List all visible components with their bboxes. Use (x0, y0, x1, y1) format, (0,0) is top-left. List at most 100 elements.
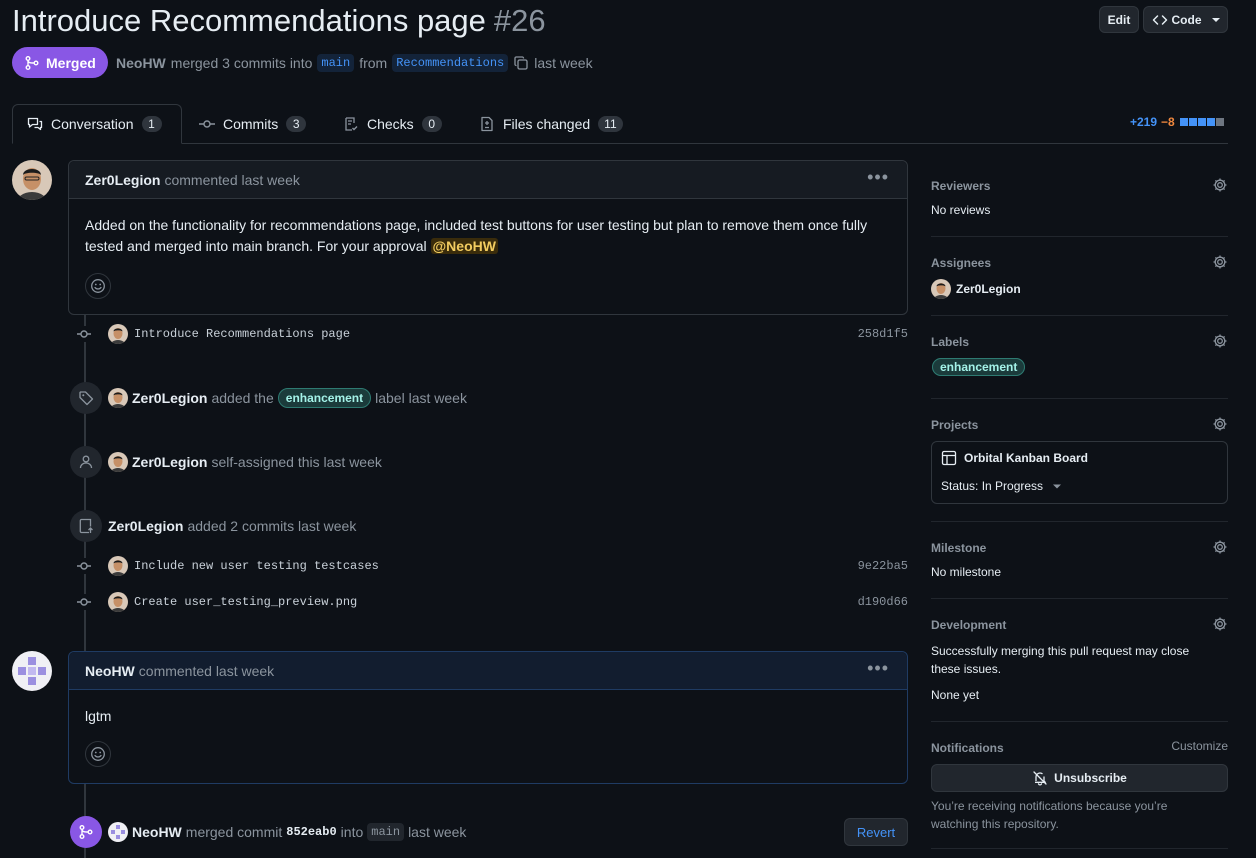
commit-message-link[interactable]: Include new user testing testcases (134, 559, 379, 573)
tab-count: 11 (598, 116, 623, 132)
commits-added-event: Zer0Legion added 2 commits last week (70, 510, 356, 542)
revert-button[interactable]: Revert (844, 818, 908, 846)
kebab-menu-icon[interactable]: ••• (867, 167, 889, 188)
sidebar-notifications-header: Notifications Customize (931, 739, 1228, 757)
assign-event: Zer0Legion self-assigned this last week (70, 446, 382, 478)
base-branch[interactable]: main (367, 823, 405, 841)
avatar (931, 279, 951, 299)
repo-push-icon (70, 510, 102, 542)
reviewers-value: No reviews (931, 203, 991, 217)
tab-checks[interactable]: Checks 0 (329, 104, 456, 144)
event-actor[interactable]: NeoHW (132, 824, 182, 840)
sidebar-section-title: Assignees (931, 256, 992, 270)
kebab-menu-icon[interactable]: ••• (867, 658, 889, 679)
avatar[interactable] (108, 452, 128, 472)
avatar[interactable] (108, 592, 128, 612)
bell-slash-icon (1032, 770, 1048, 786)
project-status-dropdown[interactable]: Status: In Progress (941, 479, 1062, 493)
event-text-pre: merged commit (185, 824, 283, 840)
user-mention[interactable]: @NeoHW (430, 238, 498, 254)
comment-author[interactable]: Zer0Legion (85, 172, 160, 188)
sidebar-development-header[interactable]: Development (931, 616, 1228, 634)
diffstat-box (1179, 118, 1188, 126)
tab-label: Files changed (503, 116, 591, 132)
sidebar-reviewers-header[interactable]: Reviewers (931, 177, 1228, 195)
comment-discussion-icon (27, 116, 43, 132)
gear-icon[interactable] (1212, 616, 1228, 632)
commit-sha-link[interactable]: 258d1f5 (858, 327, 908, 341)
comment-author[interactable]: NeoHW (85, 663, 135, 679)
avatar[interactable] (108, 556, 128, 576)
commit-message-link[interactable]: Introduce Recommendations page (134, 327, 350, 341)
sidebar-section-title: Development (931, 618, 1007, 632)
event-actor[interactable]: Zer0Legion (132, 454, 207, 470)
diffstat[interactable]: +219 −8 (1130, 115, 1224, 129)
event-actor[interactable]: Zer0Legion (132, 390, 207, 406)
gear-icon[interactable] (1212, 539, 1228, 555)
tab-label: Conversation (51, 116, 134, 132)
customize-link[interactable]: Customize (1171, 739, 1228, 753)
sidebar-projects-header[interactable]: Projects (931, 416, 1228, 434)
label-badge[interactable]: enhancement (932, 358, 1026, 376)
add-reaction-button[interactable] (85, 741, 111, 767)
code-icon (1152, 12, 1168, 28)
caret-down-icon (1053, 482, 1062, 490)
gear-icon[interactable] (1212, 254, 1228, 270)
project-title-row[interactable]: Orbital Kanban Board (941, 450, 1088, 466)
code-button[interactable]: Code (1143, 6, 1228, 33)
copy-icon[interactable] (513, 55, 529, 71)
sidebar-divider (931, 315, 1228, 316)
table-icon (941, 450, 957, 466)
event-text: NeoHW merged commit 852eab0 into main la… (132, 823, 466, 841)
sidebar-milestone-header[interactable]: Milestone (931, 539, 1228, 557)
merged-state-badge: Merged (12, 47, 108, 78)
tab-files-changed[interactable]: Files changed 11 (465, 104, 637, 144)
code-button-label: Code (1171, 12, 1202, 27)
avatar[interactable] (12, 651, 52, 691)
commit-row: Create user_testing_preview.png d190d66 (76, 591, 908, 613)
edit-button-label: Edit (1107, 12, 1131, 27)
sidebar-labels-header[interactable]: Labels (931, 333, 1228, 351)
pr-title-text: Introduce Recommendations page (12, 3, 486, 38)
merge-commit-sha-link[interactable]: 852eab0 (286, 825, 336, 839)
merge-summary: NeoHW merged 3 commits into main from Re… (116, 52, 593, 74)
commit-sha-link[interactable]: d190d66 (858, 595, 908, 609)
edit-button[interactable]: Edit (1099, 6, 1139, 33)
commit-message-link[interactable]: Create user_testing_preview.png (134, 595, 357, 609)
sidebar-section-title: Labels (931, 335, 970, 349)
commit-sha-link[interactable]: 9e22ba5 (858, 559, 908, 573)
gear-icon[interactable] (1212, 333, 1228, 349)
person-icon (70, 446, 102, 478)
merge-author-link[interactable]: NeoHW (116, 55, 166, 71)
add-reaction-button[interactable] (85, 273, 111, 299)
caret-down-icon (1211, 16, 1220, 24)
tab-conversation[interactable]: Conversation 1 (12, 104, 182, 144)
avatar[interactable] (108, 388, 128, 408)
tag-icon (70, 382, 102, 414)
comment-header: NeoHW commented last week ••• (69, 652, 907, 690)
sidebar-assignees-header[interactable]: Assignees (931, 254, 1228, 272)
base-branch[interactable]: main (317, 54, 355, 72)
event-actor[interactable]: Zer0Legion (108, 518, 183, 534)
head-branch[interactable]: Recommendations (392, 54, 509, 72)
merge-event: NeoHW merged commit 852eab0 into main la… (70, 816, 908, 848)
sidebar-section-title: Milestone (931, 541, 987, 555)
development-none: None yet (931, 688, 980, 702)
event-text-body: added 2 commits last week (187, 518, 357, 534)
avatar[interactable] (108, 822, 128, 842)
label-badge[interactable]: enhancement (277, 388, 372, 408)
avatar[interactable] (12, 160, 52, 200)
diffstat-box (1188, 118, 1197, 126)
pr-number: #26 (493, 3, 546, 38)
diffstat-additions: +219 (1130, 115, 1158, 129)
gear-icon[interactable] (1212, 177, 1228, 193)
unsubscribe-button[interactable]: Unsubscribe (931, 764, 1228, 792)
gear-icon[interactable] (1212, 416, 1228, 432)
assignee-name: Zer0Legion (956, 282, 1021, 296)
avatar[interactable] (108, 324, 128, 344)
tab-commits[interactable]: Commits 3 (185, 104, 320, 144)
tab-count: 0 (421, 116, 442, 132)
checklist-icon (343, 116, 359, 132)
assignee-item[interactable]: Zer0Legion (931, 279, 1228, 299)
project-card: Orbital Kanban Board Status: In Progress (931, 441, 1228, 504)
